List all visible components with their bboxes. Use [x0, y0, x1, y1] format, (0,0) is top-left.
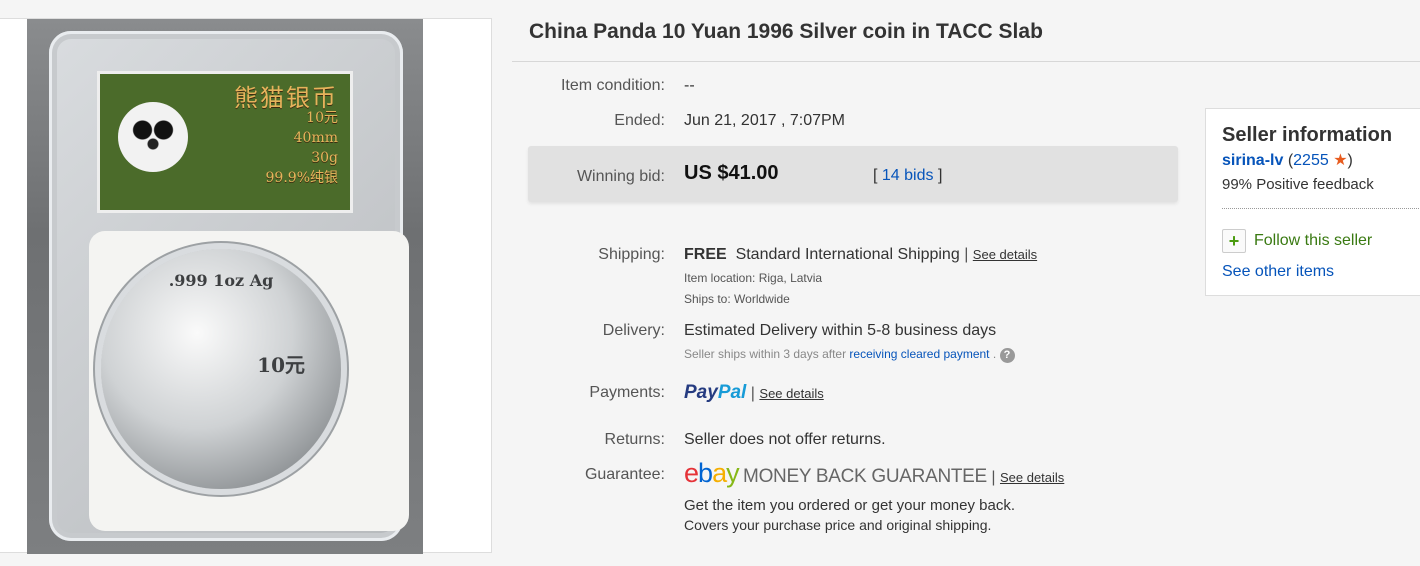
shipping-free: FREE: [684, 246, 727, 263]
star-icon: ★: [1333, 152, 1348, 169]
winning-bid-amount: US $41.00: [684, 162, 779, 184]
condition-label: Item condition:: [560, 77, 665, 94]
label-purity: 99.9%纯银: [265, 170, 338, 186]
shipping-method: Standard International Shipping: [735, 246, 960, 263]
see-other-items-link[interactable]: See other items: [1222, 263, 1334, 281]
coin-inscription: .999 1oz Ag: [168, 271, 274, 290]
condition-value: --: [684, 77, 695, 94]
title-divider: [512, 61, 1420, 62]
slab-label: 熊猫银币 10元 40mm 30g 99.9%纯银: [97, 71, 353, 213]
paypal-logo: PayPal: [684, 382, 747, 403]
plus-icon: +: [1222, 229, 1246, 253]
cleared-payment-link[interactable]: receiving cleared payment: [849, 347, 989, 361]
guarantee-line-2: Covers your purchase price and original …: [684, 517, 992, 533]
item-location: Item location: Riga, Latvia: [684, 271, 823, 285]
payments-label: Payments:: [589, 384, 665, 401]
dotted-divider: [1222, 208, 1420, 209]
payments-see-details-link[interactable]: See details: [759, 386, 823, 401]
guarantee-see-details-link[interactable]: See details: [1000, 470, 1064, 485]
money-back-guarantee: MONEY BACK GUARANTEE: [743, 466, 987, 487]
seller-name-link[interactable]: sirina-lv: [1222, 152, 1283, 169]
follow-seller-button[interactable]: + Follow this seller: [1222, 229, 1372, 253]
guarantee-value: ebay MONEY BACK GUARANTEE | See details: [684, 458, 1065, 488]
returns-label: Returns:: [604, 431, 665, 448]
feedback-count-link[interactable]: 2255: [1293, 152, 1329, 169]
guarantee-label: Guarantee:: [584, 466, 665, 483]
positive-feedback: 99% Positive feedback: [1222, 176, 1374, 193]
seller-line: sirina-lv (2255 ★): [1222, 152, 1353, 169]
payments-value: PayPal | See details: [684, 382, 824, 403]
delivery-label: Delivery:: [602, 322, 665, 339]
seller-info-card: Seller information sirina-lv (2255 ★) 99…: [1205, 108, 1420, 296]
image-panel: 熊猫银币 10元 40mm 30g 99.9%纯银 .999 1oz Ag 10…: [0, 18, 492, 554]
coin-photo[interactable]: 熊猫银币 10元 40mm 30g 99.9%纯银 .999 1oz Ag 10…: [27, 19, 423, 554]
seller-info-title: Seller information: [1222, 124, 1393, 146]
winning-bid-label: Winning bid:: [576, 168, 665, 185]
shipping-see-details-link[interactable]: See details: [973, 247, 1037, 262]
ended-value: Jun 21, 2017 , 7:07PM: [684, 112, 845, 129]
delivery-value: Estimated Delivery within 5-8 business d…: [684, 322, 997, 339]
ships-to: Ships to: Worldwide: [684, 292, 790, 306]
delivery-note: Seller ships within 3 days after receivi…: [684, 347, 1015, 363]
returns-value: Seller does not offer returns.: [684, 431, 886, 448]
listing-title: China Panda 10 Yuan 1996 Silver coin in …: [529, 20, 1043, 43]
ended-label: Ended:: [614, 112, 665, 129]
label-size: 40mm: [293, 130, 338, 146]
label-title: 熊猫银币: [234, 84, 338, 112]
bid-count: [ 14 bids ]: [873, 167, 943, 184]
shipping-label: Shipping:: [598, 246, 665, 263]
coin-denomination: 10元: [257, 353, 305, 377]
bid-history-link[interactable]: 14 bids: [882, 167, 934, 184]
panda-image: [118, 102, 188, 172]
silver-coin: .999 1oz Ag 10元: [101, 249, 341, 489]
help-icon[interactable]: ?: [999, 348, 1015, 363]
label-weight: 30g: [311, 150, 338, 166]
guarantee-line-1: Get the item you ordered or get your mon…: [684, 497, 1016, 514]
ebay-logo: ebay: [684, 458, 740, 488]
shipping-value: FREE Standard International Shipping | S…: [684, 246, 1038, 263]
